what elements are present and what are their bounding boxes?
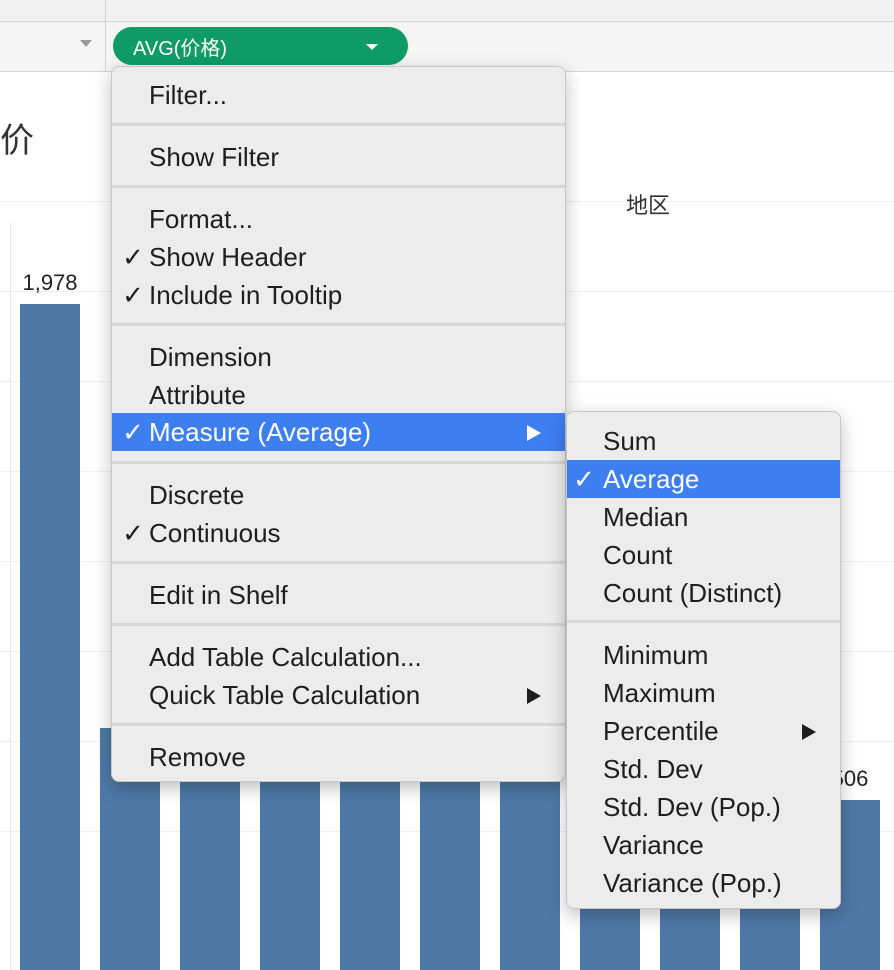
avg-price-pill[interactable]: AVG(价格) xyxy=(113,27,408,65)
menu-item-label: Continuous xyxy=(149,518,281,548)
menu-item-label: Format... xyxy=(149,204,254,234)
submenu-arrow-icon xyxy=(527,688,541,704)
menu-separator xyxy=(112,461,565,464)
menu-item-label: Std. Dev (Pop.) xyxy=(603,792,781,822)
menu-item-discrete[interactable]: Discrete xyxy=(112,476,565,514)
menu-separator xyxy=(112,723,565,726)
menu-separator xyxy=(567,620,840,623)
agg-item-count[interactable]: Count xyxy=(567,536,840,574)
bar[interactable] xyxy=(660,901,720,970)
menu-item-dimension[interactable]: Dimension xyxy=(112,338,565,376)
menu-item-label: Discrete xyxy=(149,480,245,510)
menu-item-label: Average xyxy=(603,464,700,494)
menu-item-label: Include in Tooltip xyxy=(149,280,343,310)
bar[interactable] xyxy=(580,901,640,970)
menu-item-label: Measure (Average) xyxy=(149,417,372,447)
menu-item-label: Variance (Pop.) xyxy=(603,868,782,898)
menu-item-show-header[interactable]: ✓ Show Header xyxy=(112,238,565,276)
menu-item-label: Quick Table Calculation xyxy=(149,680,421,710)
agg-item-std-dev-pop[interactable]: Std. Dev (Pop.) xyxy=(567,788,840,826)
shelf-dropdown-icon[interactable] xyxy=(80,40,92,47)
agg-item-maximum[interactable]: Maximum xyxy=(567,674,840,712)
field-context-menu: Filter... Show Filter Format... ✓ Show Heade… xyxy=(111,66,566,782)
bar[interactable] xyxy=(20,304,80,970)
menu-item-label: Variance xyxy=(603,830,704,860)
menu-item-label: Show Filter xyxy=(149,142,280,172)
menu-item-label: Std. Dev xyxy=(603,754,703,784)
bar-value-label: 1,978 xyxy=(22,270,78,295)
menu-item-format[interactable]: Format... xyxy=(112,200,565,238)
menu-separator xyxy=(112,561,565,564)
pill-label: AVG(价格) xyxy=(133,37,228,60)
menu-item-label: Show Header xyxy=(149,242,307,272)
agg-item-variance-pop[interactable]: Variance (Pop.) xyxy=(567,864,840,902)
menu-item-quick-table-calculation[interactable]: Quick Table Calculation xyxy=(112,676,565,714)
agg-item-average[interactable]: ✓ Average xyxy=(567,460,840,498)
menu-separator xyxy=(112,323,565,326)
menu-item-edit-in-shelf[interactable]: Edit in Shelf xyxy=(112,576,565,614)
menu-item-label: Remove xyxy=(149,742,246,772)
menu-separator xyxy=(112,185,565,188)
menu-item-remove[interactable]: Remove xyxy=(112,738,565,776)
agg-item-variance[interactable]: Variance xyxy=(567,826,840,864)
menu-item-label: Percentile xyxy=(603,716,719,746)
region-header-label: 地区 xyxy=(626,193,671,218)
chart-title: 价 xyxy=(0,122,34,160)
bar[interactable] xyxy=(500,752,560,970)
menu-item-filter[interactable]: Filter... xyxy=(112,76,565,114)
agg-item-count-distinct[interactable]: Count (Distinct) xyxy=(567,574,840,612)
pill-caret-icon[interactable] xyxy=(366,44,378,50)
menu-item-label: Add Table Calculation... xyxy=(149,642,422,672)
menu-item-measure-average[interactable]: ✓ Measure (Average) xyxy=(112,413,565,451)
shelf-header-row xyxy=(0,0,894,22)
aggregation-submenu: Sum ✓ Average Median Count Count (Distinct) Mi… xyxy=(566,411,841,909)
menu-item-continuous[interactable]: ✓ Continuous xyxy=(112,514,565,552)
submenu-arrow-icon xyxy=(802,724,816,740)
menu-separator xyxy=(112,123,565,126)
agg-item-std-dev[interactable]: Std. Dev xyxy=(567,750,840,788)
submenu-arrow-icon xyxy=(527,425,541,441)
menu-item-label: Minimum xyxy=(603,640,709,670)
agg-item-minimum[interactable]: Minimum xyxy=(567,636,840,674)
menu-item-label: Edit in Shelf xyxy=(149,580,288,610)
menu-item-label: Median xyxy=(603,502,689,532)
checkmark-icon: ✓ xyxy=(122,518,144,548)
menu-item-attribute[interactable]: Attribute xyxy=(112,376,565,414)
checkmark-icon: ✓ xyxy=(573,464,595,494)
menu-item-label: Filter... xyxy=(149,80,228,110)
columns-shelf: AVG(价格) xyxy=(0,22,894,72)
menu-item-label: Count (Distinct) xyxy=(603,578,783,608)
checkmark-icon: ✓ xyxy=(122,417,144,447)
menu-item-label: Dimension xyxy=(149,342,272,372)
menu-item-label: Maximum xyxy=(603,678,716,708)
checkmark-icon: ✓ xyxy=(122,242,144,272)
menu-item-label: Attribute xyxy=(149,380,246,410)
menu-item-show-filter[interactable]: Show Filter xyxy=(112,138,565,176)
agg-item-percentile[interactable]: Percentile xyxy=(567,712,840,750)
menu-item-label: Sum xyxy=(603,426,657,456)
menu-item-label: Count xyxy=(603,540,673,570)
menu-item-include-in-tooltip[interactable]: ✓ Include in Tooltip xyxy=(112,276,565,314)
agg-item-sum[interactable]: Sum xyxy=(567,422,840,460)
checkmark-icon: ✓ xyxy=(122,280,144,310)
agg-item-median[interactable]: Median xyxy=(567,498,840,536)
menu-item-add-table-calculation[interactable]: Add Table Calculation... xyxy=(112,638,565,676)
menu-separator xyxy=(112,623,565,626)
